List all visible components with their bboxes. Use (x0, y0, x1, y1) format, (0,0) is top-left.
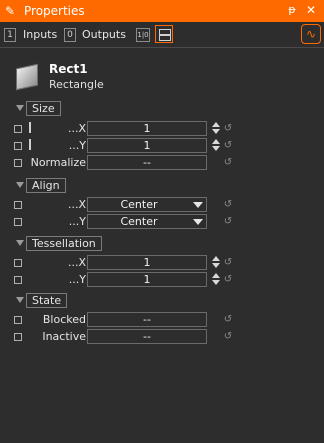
section-title: Size (26, 101, 61, 116)
spinner-icon[interactable] (212, 122, 220, 135)
spinner-icon[interactable] (212, 256, 220, 269)
outputs-count: 0 (64, 28, 76, 42)
rectangle-object-icon (16, 63, 38, 91)
section-tessellation[interactable]: Tessellation (16, 236, 116, 252)
checkbox[interactable] (14, 125, 22, 133)
checkbox[interactable] (14, 218, 22, 226)
section-size[interactable]: Size (16, 101, 86, 117)
align-x-row: ...X Center ↺ (0, 197, 324, 213)
chevron-down-icon (16, 240, 24, 246)
inputs-count: 1 (4, 28, 16, 42)
panel-title: Properties (24, 4, 85, 18)
checkbox[interactable] (14, 259, 22, 267)
reset-icon[interactable]: ↺ (222, 139, 234, 152)
selected-value: Center (120, 198, 158, 211)
property-label: ...Y (68, 215, 86, 228)
tessellation-y-input[interactable]: 1 (87, 272, 207, 287)
section-title: State (26, 293, 68, 308)
property-label: ...Y (68, 273, 86, 286)
title-bar: ✎ Properties ᵽ ✕ (0, 0, 324, 22)
inactive-input[interactable]: -- (87, 329, 207, 344)
checkbox[interactable] (14, 142, 22, 150)
align-x-dropdown[interactable]: Center (87, 197, 207, 212)
chevron-down-icon (16, 182, 24, 188)
property-label: ...X (67, 198, 86, 211)
outputs-label: Outputs (82, 28, 126, 41)
outputs-button[interactable]: 0 Outputs (64, 27, 130, 43)
reset-icon[interactable]: ↺ (222, 215, 234, 228)
reset-icon[interactable]: ↺ (222, 122, 234, 135)
object-name: Rect1 (49, 62, 88, 76)
reset-icon[interactable]: ↺ (222, 198, 234, 211)
blocked-input[interactable]: -- (87, 312, 207, 327)
pencil-icon: ✎ (5, 4, 16, 18)
reset-icon[interactable]: ↺ (222, 313, 234, 326)
scope-icon[interactable]: ∿ (301, 24, 321, 44)
chevron-down-icon (193, 219, 203, 225)
chevron-down-icon (193, 202, 203, 208)
checkbox[interactable] (14, 276, 22, 284)
property-label: Blocked (42, 313, 86, 326)
property-label: ...Y (68, 139, 86, 152)
size-x-input[interactable]: 1 (87, 121, 207, 136)
io-button[interactable]: 1|0 (136, 27, 152, 43)
tessellation-y-row: ...Y 1 ↺ (0, 272, 324, 288)
link-marker (29, 139, 31, 150)
close-icon[interactable]: ✕ (305, 3, 317, 17)
align-y-row: ...Y Center ↺ (0, 214, 324, 230)
section-align[interactable]: Align (16, 178, 86, 194)
spinner-icon[interactable] (212, 139, 220, 152)
property-label: ...X (67, 122, 86, 135)
inputs-button[interactable]: 1 Inputs (4, 27, 60, 43)
property-label: Normalize (30, 156, 86, 169)
section-title: Tessellation (26, 236, 102, 251)
reset-icon[interactable]: ↺ (222, 330, 234, 343)
pin-icon[interactable]: ᵽ (286, 3, 298, 17)
reset-icon[interactable]: ↺ (222, 273, 234, 286)
inputs-label: Inputs (23, 28, 58, 41)
tessellation-x-row: ...X 1 ↺ (0, 255, 324, 271)
layout-toggle-icon[interactable] (155, 25, 173, 43)
normalize-row: Normalize -- ↺ (0, 155, 324, 171)
toolbar: 1 Inputs 0 Outputs 1|0 (0, 22, 324, 48)
blocked-row: Blocked -- ↺ (0, 312, 324, 328)
tessellation-x-input[interactable]: 1 (87, 255, 207, 270)
chevron-down-icon (16, 105, 24, 111)
section-title: Align (26, 178, 66, 193)
chevron-down-icon (16, 297, 24, 303)
object-type: Rectangle (49, 78, 104, 91)
align-y-dropdown[interactable]: Center (87, 214, 207, 229)
property-label: Inactive (42, 330, 86, 343)
checkbox[interactable] (14, 201, 22, 209)
inactive-row: Inactive -- ↺ (0, 329, 324, 345)
size-y-row: ...Y 1 ↺ (0, 138, 324, 154)
checkbox[interactable] (14, 316, 22, 324)
size-y-input[interactable]: 1 (87, 138, 207, 153)
property-label: ...X (67, 256, 86, 269)
normalize-input[interactable]: -- (87, 155, 207, 170)
reset-icon[interactable]: ↺ (222, 256, 234, 269)
link-marker (29, 122, 31, 133)
spinner-icon[interactable] (212, 273, 220, 286)
selected-value: Center (120, 215, 158, 228)
io-label: 1|0 (136, 28, 150, 42)
checkbox[interactable] (14, 333, 22, 341)
section-state[interactable]: State (16, 293, 86, 309)
size-x-row: ...X 1 ↺ (0, 121, 324, 137)
checkbox[interactable] (14, 159, 22, 167)
reset-icon[interactable]: ↺ (222, 156, 234, 169)
